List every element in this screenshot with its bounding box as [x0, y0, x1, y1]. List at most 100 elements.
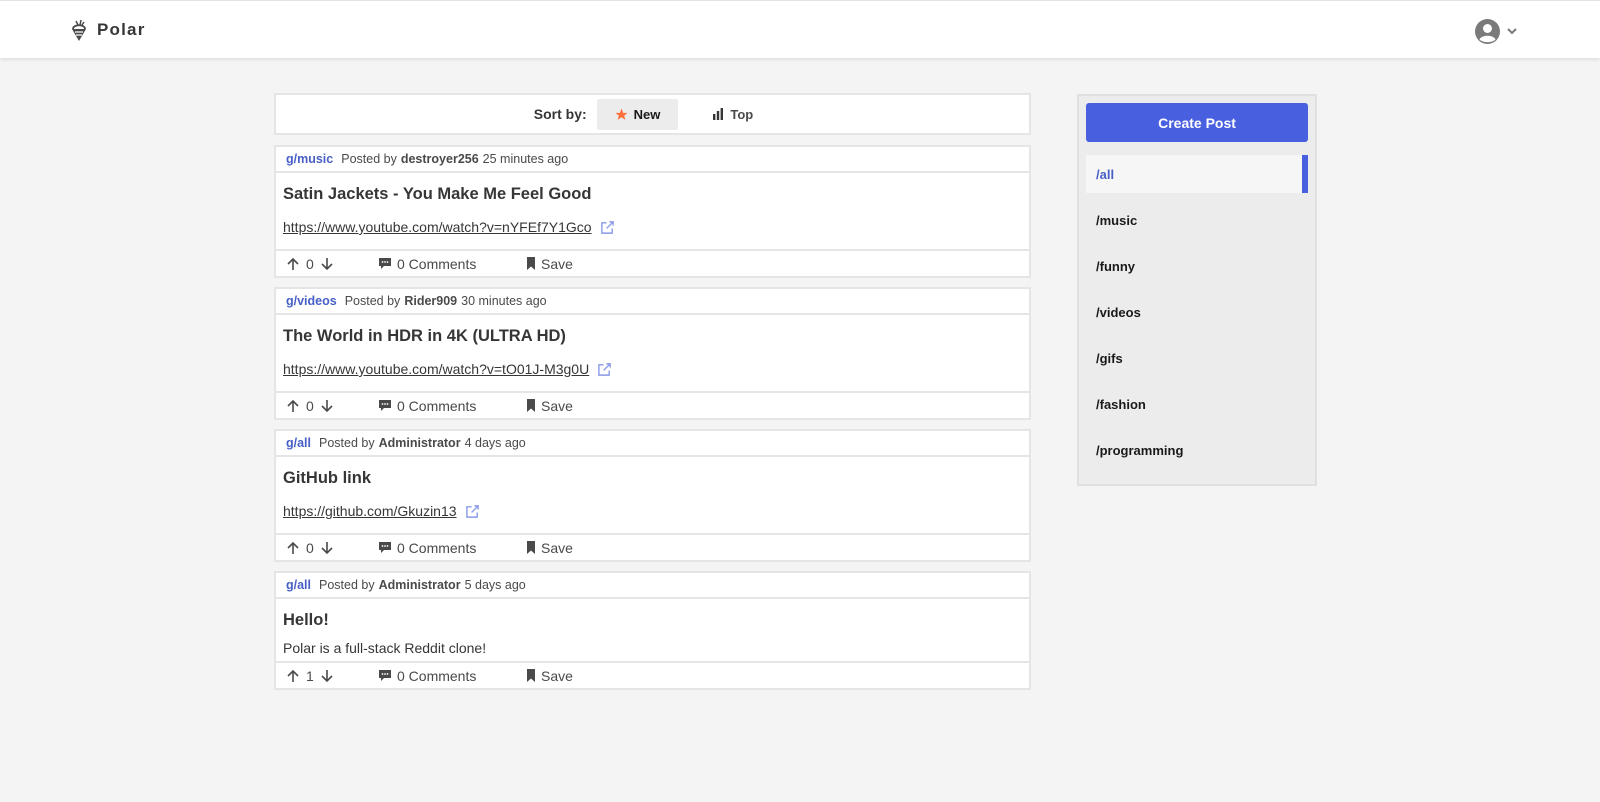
downvote-arrow-icon[interactable] [320, 257, 334, 271]
save-label: Save [541, 397, 573, 414]
comments-button[interactable]: 0 Comments [378, 398, 526, 414]
downvote-arrow-icon[interactable] [320, 669, 334, 683]
save-button[interactable]: Save [526, 540, 573, 556]
bar-chart-icon [712, 108, 724, 120]
comments-label: 0 Comments [397, 255, 477, 272]
post-card: g/music Posted by destroyer256 25 minute… [274, 145, 1031, 278]
sort-top-label: Top [730, 106, 754, 122]
post-author[interactable]: destroyer256 [401, 152, 479, 166]
sidebar-item-programming[interactable]: /programming [1086, 431, 1308, 469]
post-actions: 1 0 Comments Save [276, 661, 1029, 688]
comment-icon [378, 669, 392, 682]
upvote-arrow-icon[interactable] [286, 669, 300, 683]
post-time: 4 days ago [464, 436, 526, 450]
post-author[interactable]: Rider909 [404, 294, 457, 308]
ice-cream-icon [69, 18, 89, 42]
vote-count: 0 [306, 255, 314, 272]
comments-label: 0 Comments [397, 397, 477, 414]
sidebar-item-all[interactable]: /all [1086, 155, 1308, 193]
post-meta: g/videos Posted by Rider909 30 minutes a… [276, 289, 1029, 315]
post-author[interactable]: Administrator [379, 578, 461, 592]
post-title[interactable]: Hello! [283, 605, 1022, 635]
post-group-link[interactable]: g/videos [286, 294, 337, 308]
post-title[interactable]: GitHub link [283, 463, 1022, 493]
create-post-button[interactable]: Create Post [1086, 103, 1308, 142]
bookmark-icon [526, 541, 536, 554]
user-menu-toggle[interactable] [1474, 17, 1519, 45]
post-time: 25 minutes ago [482, 152, 569, 166]
post-body: Satin Jackets - You Make Me Feel Good ht… [276, 173, 1029, 249]
post-link[interactable]: https://www.youtube.com/watch?v=tO01J-M3… [283, 361, 589, 377]
sidebar-item-gifs[interactable]: /gifs [1086, 339, 1308, 377]
post-author[interactable]: Administrator [379, 436, 461, 450]
post-meta: g/all Posted by Administrator 5 days ago [276, 573, 1029, 599]
post-title[interactable]: The World in HDR in 4K (ULTRA HD) [283, 321, 1022, 351]
comments-button[interactable]: 0 Comments [378, 668, 526, 684]
post-body: The World in HDR in 4K (ULTRA HD) https:… [276, 315, 1029, 391]
sidebar-item-funny[interactable]: /funny [1086, 247, 1308, 285]
sidebar-item-fashion[interactable]: /fashion [1086, 385, 1308, 423]
post-meta: g/all Posted by Administrator 4 days ago [276, 431, 1029, 457]
upvote-arrow-icon[interactable] [286, 541, 300, 555]
vote-count: 1 [306, 667, 314, 684]
post-actions: 0 0 Comments Save [276, 249, 1029, 276]
star-icon [615, 108, 628, 121]
post-body: GitHub link https://github.com/Gkuzin13 [276, 457, 1029, 533]
brand-name: Polar [97, 20, 146, 39]
brand-logo-link[interactable]: Polar [69, 17, 146, 43]
save-label: Save [541, 667, 573, 684]
post-title[interactable]: Satin Jackets - You Make Me Feel Good [283, 179, 1022, 209]
comments-button[interactable]: 0 Comments [378, 540, 526, 556]
save-button[interactable]: Save [526, 668, 573, 684]
sort-new-button[interactable]: New [596, 98, 679, 130]
external-link-icon[interactable] [465, 504, 480, 519]
comment-icon [378, 257, 392, 270]
group-nav-list: /all /music /funny /videos /gifs /fashio… [1086, 155, 1308, 469]
post-actions: 0 0 Comments Save [276, 533, 1029, 560]
post-group-link[interactable]: g/all [286, 578, 311, 592]
post-meta: g/music Posted by destroyer256 25 minute… [276, 147, 1029, 173]
downvote-arrow-icon[interactable] [320, 541, 334, 555]
post-time: 5 days ago [464, 578, 526, 592]
upvote-arrow-icon[interactable] [286, 399, 300, 413]
upvote-arrow-icon[interactable] [286, 257, 300, 271]
post-link-row: https://www.youtube.com/watch?v=tO01J-M3… [283, 351, 1022, 391]
post-feed: Sort by: New Top g/music Posted by destr… [274, 93, 1031, 699]
post-card: g/all Posted by Administrator 4 days ago… [274, 429, 1031, 562]
posted-by-label: Posted by [341, 152, 397, 166]
post-group-link[interactable]: g/music [286, 152, 333, 166]
post-card: g/videos Posted by Rider909 30 minutes a… [274, 287, 1031, 420]
sort-top-button[interactable]: Top [694, 99, 771, 130]
comments-label: 0 Comments [397, 539, 477, 556]
sort-bar: Sort by: New Top [274, 93, 1031, 135]
vote-count: 0 [306, 397, 314, 414]
save-button[interactable]: Save [526, 398, 573, 414]
comments-button[interactable]: 0 Comments [378, 256, 526, 272]
bookmark-icon [526, 257, 536, 270]
save-button[interactable]: Save [526, 256, 573, 272]
save-label: Save [541, 255, 573, 272]
external-link-icon[interactable] [600, 220, 615, 235]
post-link-row: https://github.com/Gkuzin13 [283, 493, 1022, 533]
vote-controls: 0 [286, 256, 378, 272]
post-link[interactable]: https://www.youtube.com/watch?v=nYFEf7Y1… [283, 219, 592, 235]
sort-label: Sort by: [533, 106, 587, 122]
vote-count: 0 [306, 539, 314, 556]
post-link-row: https://www.youtube.com/watch?v=nYFEf7Y1… [283, 209, 1022, 249]
sidebar-item-videos[interactable]: /videos [1086, 293, 1308, 331]
bookmark-icon [526, 399, 536, 412]
user-avatar-icon [1474, 18, 1501, 45]
post-actions: 0 0 Comments Save [276, 391, 1029, 418]
external-link-icon[interactable] [597, 362, 612, 377]
post-group-link[interactable]: g/all [286, 436, 311, 450]
save-label: Save [541, 539, 573, 556]
post-card: g/all Posted by Administrator 5 days ago… [274, 571, 1031, 690]
sidebar-item-music[interactable]: /music [1086, 201, 1308, 239]
comments-label: 0 Comments [397, 667, 477, 684]
downvote-arrow-icon[interactable] [320, 399, 334, 413]
post-body: Hello! Polar is a full-stack Reddit clon… [276, 599, 1029, 661]
post-text: Polar is a full-stack Reddit clone! [283, 640, 487, 656]
top-navbar: Polar [0, 0, 1600, 58]
groups-sidebar: Create Post /all /music /funny /videos /… [1077, 94, 1317, 486]
post-link[interactable]: https://github.com/Gkuzin13 [283, 503, 457, 519]
